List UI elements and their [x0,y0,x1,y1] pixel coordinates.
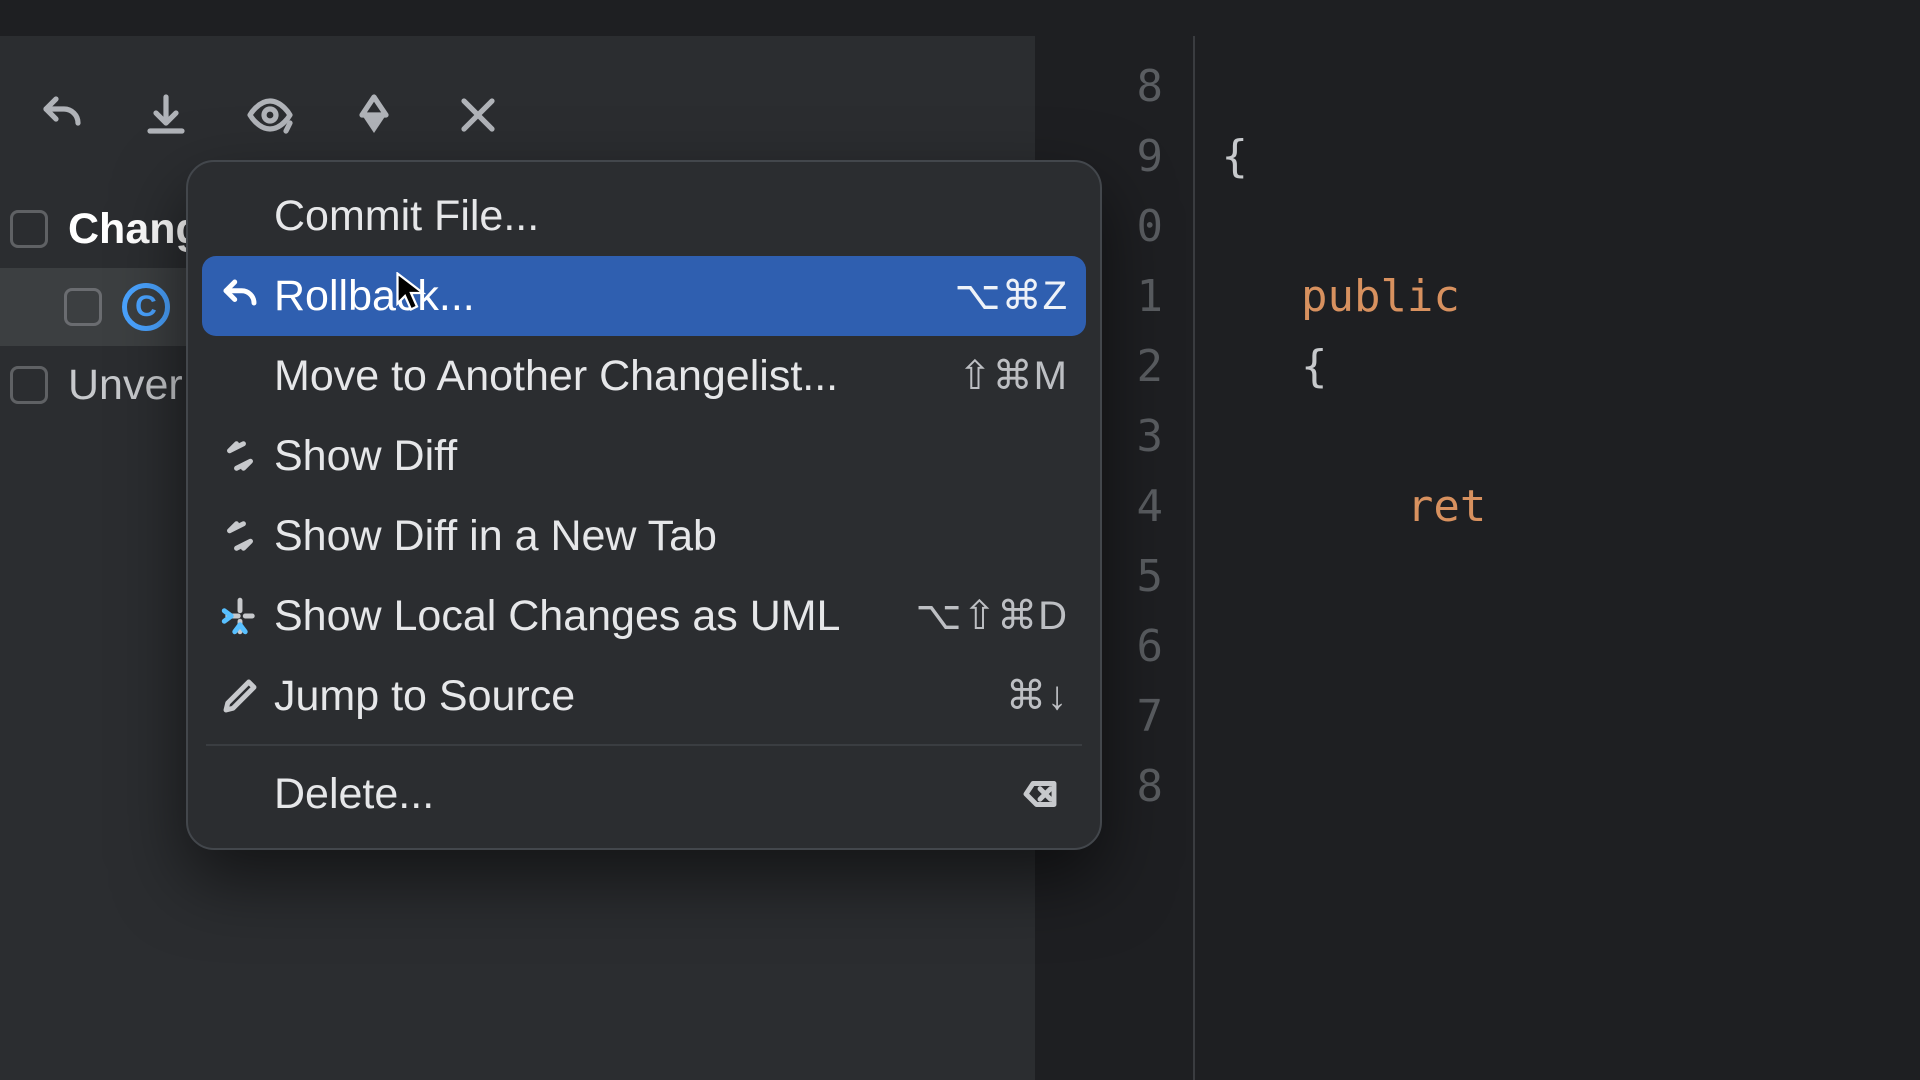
menu-item-move-changelist[interactable]: Move to Another Changelist... ⇧⌘M [202,336,1086,416]
blank-icon [212,766,268,822]
blank-icon [212,188,268,244]
menu-item-shortcut: ⌘↓ [1006,673,1068,719]
checkbox[interactable] [64,288,102,326]
undo-icon [212,268,268,324]
menu-item-shortcut: ⌥⌘Z [954,273,1068,319]
editor-code[interactable]: { public { ret [1195,36,1486,1080]
menu-item-label: Delete... [274,770,1006,819]
menu-item-label: Show Diff in a New Tab [274,512,1068,561]
line-number: 8 [1035,52,1163,122]
code-line: ret [1195,481,1486,532]
file-type-badge-icon: C [122,283,170,331]
code-line: public [1195,271,1460,322]
menu-item-show-diff[interactable]: Show Diff [202,416,1086,496]
vcs-toolbar [0,55,510,175]
code-line [1195,411,1222,462]
menu-item-rollback[interactable]: Rollback... ⌥⌘Z [202,256,1086,336]
menu-item-delete[interactable]: Delete... [202,754,1086,834]
blank-icon [212,348,268,404]
code-line: { [1195,131,1248,182]
code-line: { [1195,341,1327,392]
diff-arrows-icon [212,428,268,484]
menu-separator [206,744,1082,746]
undo-icon[interactable] [30,83,94,147]
diff-updown-icon[interactable] [342,83,406,147]
menu-item-label: Move to Another Changelist... [274,352,952,401]
checkbox[interactable] [10,210,48,248]
download-icon[interactable] [134,83,198,147]
code-editor[interactable]: 8 9 0 1 2 3 4 5 6 7 8 { public { ret [1035,36,1920,1080]
code-line [1195,201,1222,252]
menu-item-shortcut: ⇧⌘M [958,353,1068,399]
menu-item-label: Jump to Source [274,672,1000,721]
menu-item-show-local-changes-uml[interactable]: Show Local Changes as UML ⌥⇧⌘D [202,576,1086,656]
pencil-icon [212,668,268,724]
changes-root-label: Chang [68,205,202,254]
uml-icon [212,588,268,644]
diff-arrows-icon [212,508,268,564]
menu-item-jump-to-source[interactable]: Jump to Source ⌘↓ [202,656,1086,736]
menu-item-label: Commit File... [274,192,1068,241]
checkbox[interactable] [10,366,48,404]
menu-item-label: Show Local Changes as UML [274,592,910,641]
context-menu: Commit File... Rollback... ⌥⌘Z Move to A… [186,160,1102,850]
erase-icon [1012,766,1068,822]
menu-item-shortcut: ⌥⇧⌘D [916,593,1069,639]
close-icon[interactable] [446,83,510,147]
unversioned-root-label: Unver [68,361,183,410]
titlebar-dark-band [0,0,1920,36]
menu-item-label: Show Diff [274,432,1068,481]
menu-item-show-diff-new-tab[interactable]: Show Diff in a New Tab [202,496,1086,576]
preview-eye-icon[interactable] [238,83,302,147]
menu-item-label: Rollback... [274,272,948,321]
menu-item-commit-file[interactable]: Commit File... [202,176,1086,256]
